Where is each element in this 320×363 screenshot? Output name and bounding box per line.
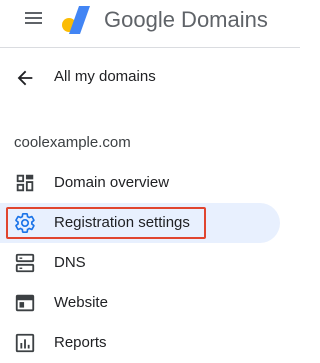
menu-icon[interactable]: [22, 9, 46, 29]
nav-label: Reports: [54, 334, 107, 351]
back-label: All my domains: [54, 68, 156, 85]
nav-label: DNS: [54, 254, 86, 271]
nav-item-dns[interactable]: DNS: [0, 243, 280, 283]
brand-title: Google Domains: [104, 7, 268, 32]
reports-icon: [15, 333, 35, 353]
google-domains-logo-icon[interactable]: [60, 4, 96, 36]
nav-label: Domain overview: [54, 174, 170, 191]
nav-item-domain-overview[interactable]: Domain overview: [0, 163, 280, 203]
dns-icon: [15, 253, 35, 273]
arrow-left-icon: [17, 70, 33, 86]
domain-name: coolexample.com: [14, 134, 131, 151]
nav-label: Website: [54, 294, 108, 311]
website-icon: [15, 294, 35, 312]
dashboard-icon: [16, 174, 34, 192]
app-header: Google Domains: [0, 0, 300, 48]
all-my-domains-link[interactable]: All my domains: [0, 56, 300, 100]
nav-item-website[interactable]: Website: [0, 283, 280, 323]
highlight-annotation: [6, 207, 206, 239]
nav-item-reports[interactable]: Reports: [0, 323, 280, 363]
